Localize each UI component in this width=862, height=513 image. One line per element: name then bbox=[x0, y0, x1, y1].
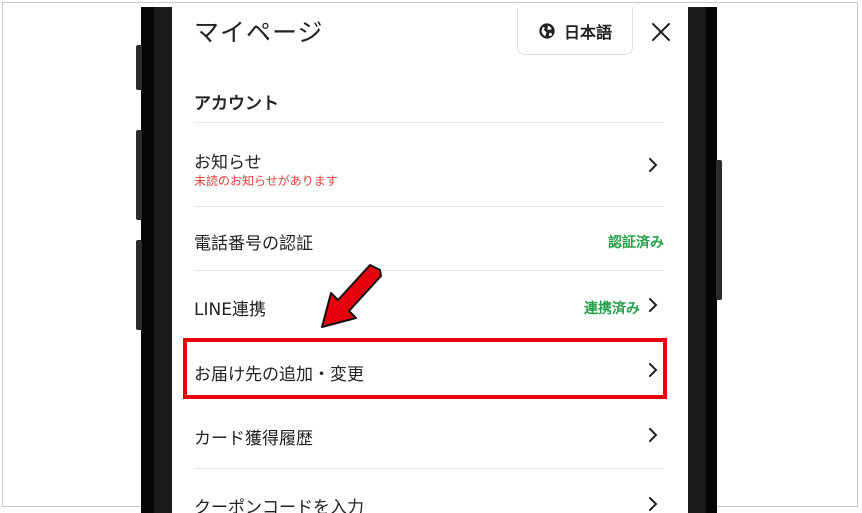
phone-bezel-right bbox=[688, 7, 706, 513]
row-coupon-code[interactable]: クーポンコードを入力 bbox=[194, 468, 664, 513]
phone-bezel-left bbox=[154, 7, 172, 513]
row-phone-verification[interactable]: 電話番号の認証 認証済み bbox=[194, 206, 664, 271]
row-line-link[interactable]: LINE連携 連携済み bbox=[194, 270, 664, 339]
row-notices[interactable]: お知らせ 未読のお知らせがあります bbox=[194, 122, 664, 191]
unread-notice-text: 未読のお知らせがあります bbox=[194, 174, 338, 188]
status-badge: 連携済み bbox=[584, 301, 640, 317]
row-label: LINE連携 bbox=[194, 300, 266, 320]
highlight-box bbox=[183, 338, 667, 399]
phone-side-button bbox=[136, 240, 142, 330]
status-badge: 認証済み bbox=[608, 235, 664, 251]
phone-power-button bbox=[716, 160, 722, 300]
section-title-account: アカウント bbox=[194, 94, 279, 114]
row-label: クーポンコードを入力 bbox=[194, 498, 364, 513]
page-title: マイページ bbox=[194, 18, 324, 47]
chevron-right-icon bbox=[649, 158, 658, 172]
chevron-right-icon bbox=[649, 497, 658, 511]
phone-screen: マイページ 日本語 アカウント お知らせ 未読のお知らせがあります 電話番号の認… bbox=[172, 7, 688, 513]
chevron-right-icon bbox=[649, 428, 658, 442]
row-label: お知らせ bbox=[194, 153, 262, 173]
close-icon[interactable] bbox=[648, 19, 674, 45]
row-card-history[interactable]: カード獲得履歴 bbox=[194, 404, 664, 468]
chevron-right-icon bbox=[649, 298, 658, 312]
red-arrow-icon bbox=[321, 264, 382, 328]
language-button[interactable]: 日本語 bbox=[517, 7, 633, 55]
globe-icon bbox=[539, 22, 555, 39]
language-label: 日本語 bbox=[563, 22, 612, 42]
phone-side-button bbox=[136, 45, 142, 90]
row-label: 電話番号の認証 bbox=[194, 234, 313, 254]
row-label: カード獲得履歴 bbox=[194, 429, 313, 449]
phone-side-button bbox=[136, 130, 142, 220]
